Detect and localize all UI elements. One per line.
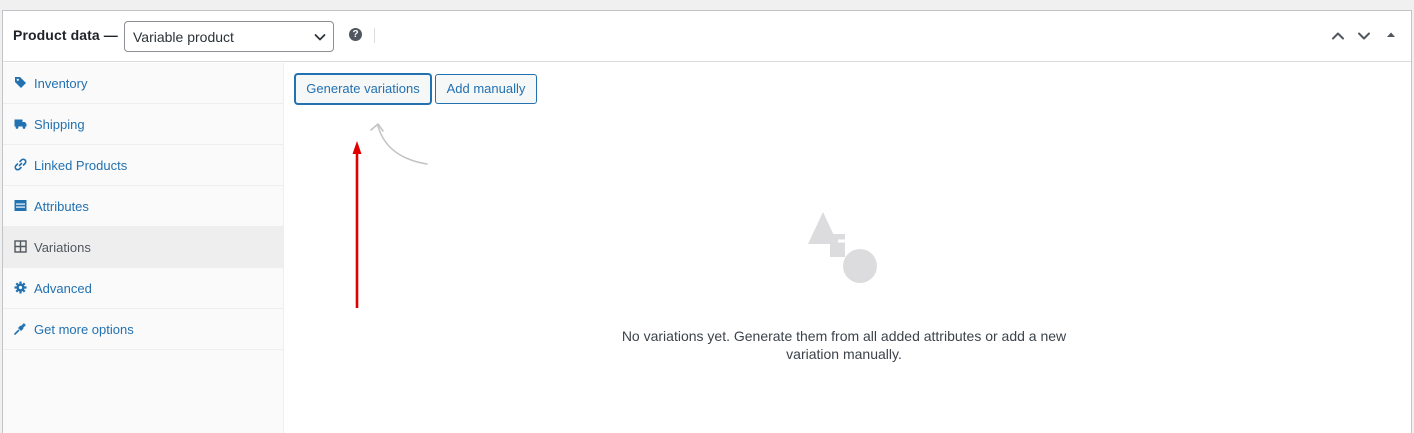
product-data-panel: Product data — Variable product ? Invent… xyxy=(2,10,1412,433)
add-manually-button[interactable]: Add manually xyxy=(435,74,537,104)
grid-icon xyxy=(14,240,27,253)
tab-advanced[interactable]: Advanced xyxy=(3,268,283,309)
hint-curved-arrow-icon xyxy=(370,123,428,165)
toggle-panel-icon[interactable] xyxy=(1385,28,1397,44)
annotation-arrow xyxy=(352,141,362,308)
tab-label: Variations xyxy=(34,240,91,255)
move-down-icon[interactable] xyxy=(1356,28,1372,44)
move-up-icon[interactable] xyxy=(1330,28,1346,44)
chevron-down-icon xyxy=(314,34,326,41)
product-type-select[interactable]: Variable product xyxy=(124,21,334,52)
tab-shipping[interactable]: Shipping xyxy=(3,104,283,145)
tab-label: Advanced xyxy=(34,281,92,296)
generate-variations-button[interactable]: Generate variations xyxy=(295,74,431,104)
gear-icon xyxy=(14,281,27,294)
truck-icon xyxy=(14,119,27,129)
tab-attributes[interactable]: Attributes xyxy=(3,186,283,227)
list-icon xyxy=(14,200,27,211)
header-divider xyxy=(374,28,375,43)
tab-label: Get more options xyxy=(34,322,134,337)
link-icon xyxy=(14,158,27,171)
product-type-value: Variable product xyxy=(133,29,234,45)
panel-header: Product data — Variable product ? xyxy=(3,11,1411,62)
tab-variations[interactable]: Variations xyxy=(3,227,283,268)
tab-label: Shipping xyxy=(34,117,85,132)
product-data-tabs: Inventory Shipping Linked Products Attri… xyxy=(3,63,284,433)
panel-title: Product data — xyxy=(13,27,118,43)
tab-linked-products[interactable]: Linked Products xyxy=(3,145,283,186)
tab-label: Attributes xyxy=(34,199,89,214)
help-icon[interactable]: ? xyxy=(349,28,362,41)
plug-icon xyxy=(14,323,26,335)
tab-inventory[interactable]: Inventory xyxy=(3,63,283,104)
tab-label: Inventory xyxy=(34,76,88,91)
tab-get-more-options[interactable]: Get more options xyxy=(3,309,283,350)
annotation-arrow-head xyxy=(352,141,362,154)
tag-icon xyxy=(15,77,26,88)
tab-label: Linked Products xyxy=(34,158,128,173)
empty-state-message: No variations yet. Generate them from al… xyxy=(621,328,1067,362)
shapes-icon xyxy=(808,212,877,283)
